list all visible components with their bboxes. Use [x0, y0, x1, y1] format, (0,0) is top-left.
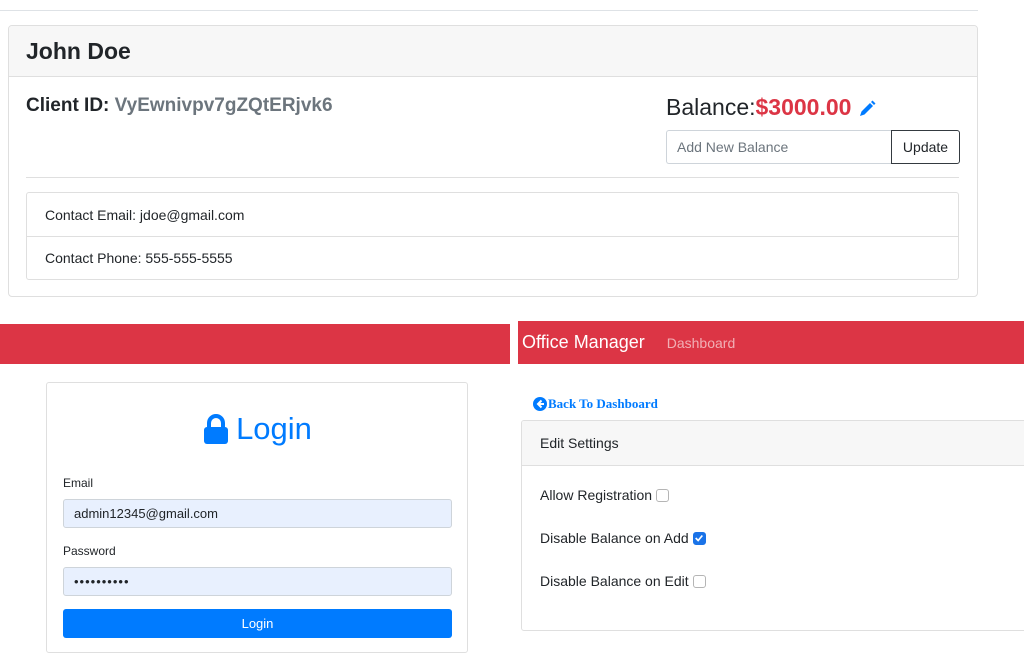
client-name: John Doe [26, 37, 131, 64]
setting-label: Disable Balance on Edit [540, 573, 689, 589]
setting-label: Allow Registration [540, 487, 653, 503]
pencil-icon[interactable] [857, 98, 877, 118]
client-id-row: Client ID: VyEwnivpv7gZQtERjvk6 [26, 95, 333, 117]
add-balance-input[interactable] [666, 130, 891, 164]
contact-phone-item: Contact Phone: 555-555-5555 [27, 236, 958, 279]
contact-email-item: Contact Email: jdoe@gmail.com [45, 206, 245, 223]
nav-link-dashboard[interactable]: Dashboard [667, 335, 736, 351]
password-input[interactable]: •••••••••• [63, 567, 452, 596]
login-button[interactable]: Login [63, 609, 452, 638]
client-divider [26, 177, 959, 178]
navbar: Office Manager Dashboard [518, 321, 1024, 364]
lock-icon [202, 413, 230, 445]
email-label: Email [63, 476, 94, 490]
setting-disable-balance-add: Disable Balance on Add [540, 530, 706, 546]
balance-value: $3000.00 [755, 94, 852, 120]
arrow-left-circle-icon [533, 397, 547, 411]
back-link-label: Back To Dashboard [548, 396, 658, 411]
setting-disable-balance-edit: Disable Balance on Edit [540, 573, 706, 589]
contact-list: Contact Email: jdoe@gmail.com Contact Ph… [26, 192, 959, 280]
password-label: Password [63, 544, 116, 558]
top-divider [0, 10, 978, 11]
login-card: Login Email admin12345@gmail.com Passwor… [46, 382, 468, 653]
login-title-text: Login [236, 411, 312, 446]
login-title: Login [47, 411, 467, 447]
balance-row: Balance: $3000.00 [666, 94, 877, 121]
client-card: John Doe Client ID: VyEwnivpv7gZQtERjvk6… [8, 25, 978, 297]
checkmark-icon [695, 534, 704, 542]
add-balance-form: Update [666, 130, 960, 164]
navbar-brand[interactable]: Office Manager [522, 332, 645, 353]
back-to-dashboard-link[interactable]: Back To Dashboard [533, 396, 658, 412]
settings-card: Edit Settings Allow Registration Disable… [521, 420, 1024, 631]
disable-balance-edit-checkbox[interactable] [692, 574, 706, 588]
setting-allow-registration: Allow Registration [540, 487, 670, 503]
client-card-header: John Doe [9, 26, 977, 77]
client-id-value: VyEwnivpv7gZQtERjvk6 [114, 95, 333, 116]
disable-balance-add-checkbox[interactable] [692, 531, 706, 545]
email-input[interactable]: admin12345@gmail.com [63, 499, 452, 528]
update-balance-button[interactable]: Update [891, 130, 960, 164]
balance-label: Balance: [666, 94, 756, 120]
settings-header: Edit Settings [522, 421, 1024, 466]
red-navbar-left [0, 324, 510, 364]
allow-registration-checkbox[interactable] [656, 488, 670, 502]
setting-label: Disable Balance on Add [540, 530, 689, 546]
client-id-label: Client ID: [26, 95, 110, 116]
